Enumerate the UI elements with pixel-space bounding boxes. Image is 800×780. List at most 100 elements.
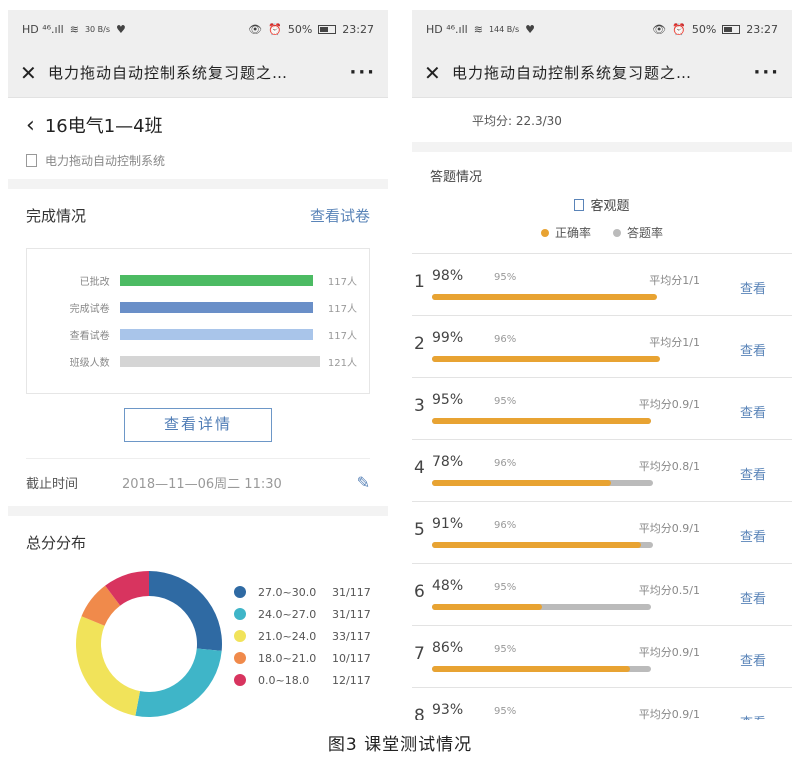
legend-dot-icon bbox=[234, 630, 246, 642]
edit-icon[interactable]: ✎ bbox=[357, 473, 370, 492]
deadline-label: 截止时间 bbox=[26, 477, 79, 492]
view-question-link[interactable]: 查看 bbox=[740, 526, 766, 545]
bar-count: 117人 bbox=[327, 277, 357, 288]
bar-fill bbox=[119, 329, 314, 340]
status-bar: HD ⁴⁶.ıll ≋ 30 B/s ♥ 👁 ⏰ 50% 23:27 bbox=[8, 10, 388, 48]
legend-item: 24.0~27.0 31/117 bbox=[234, 603, 371, 625]
answer-rate: 95% bbox=[494, 706, 517, 717]
close-icon[interactable]: ✕ bbox=[424, 61, 452, 85]
legend-dot-icon bbox=[234, 674, 246, 686]
objective-header: 客观题 bbox=[412, 195, 792, 214]
answer-rate-bar bbox=[432, 418, 651, 424]
completion-bar-row: 班级人数 121人 bbox=[39, 348, 357, 375]
legend-item: 27.0~30.0 31/117 bbox=[234, 581, 371, 603]
bar-count: 117人 bbox=[327, 331, 357, 342]
legend-correct: 正确率 bbox=[540, 224, 591, 241]
average-score: 平均分: 22.3/30 bbox=[472, 114, 562, 128]
battery-icon bbox=[722, 24, 741, 34]
question-row: 7 86% 95% 平均分0.9/1 查看 bbox=[412, 626, 792, 688]
legend-item: 18.0~21.0 10/117 bbox=[234, 647, 371, 669]
bar-fill bbox=[119, 302, 314, 313]
correct-rate-bar bbox=[432, 418, 651, 424]
donut-slice bbox=[76, 616, 141, 716]
right-phone-screen: HD ⁴⁶.ıll ≋ 144 B/s ♥ 👁 ⏰ 50% 23:27 ✕ 电力… bbox=[412, 10, 792, 720]
question-average: 平均分0.9/1 bbox=[638, 646, 700, 659]
objective-title: 客观题 bbox=[590, 199, 630, 214]
question-average: 平均分1/1 bbox=[649, 274, 700, 287]
legend-count: 10/117 bbox=[332, 651, 371, 665]
close-icon[interactable]: ✕ bbox=[20, 61, 48, 85]
section-divider bbox=[8, 179, 388, 189]
completion-bar-row: 查看试卷 117人 bbox=[39, 321, 357, 348]
document-icon bbox=[574, 198, 585, 211]
view-question-link[interactable]: 查看 bbox=[740, 588, 766, 607]
question-number: 1 bbox=[414, 272, 425, 292]
back-icon[interactable]: ‹ bbox=[26, 113, 35, 138]
view-paper-link[interactable]: 查看试卷 bbox=[310, 205, 370, 226]
question-number: 6 bbox=[414, 582, 425, 602]
view-question-link[interactable]: 查看 bbox=[740, 464, 766, 483]
question-average: 平均分0.9/1 bbox=[638, 522, 700, 535]
correct-rate: 99% bbox=[432, 330, 464, 346]
view-question-link[interactable]: 查看 bbox=[740, 278, 766, 297]
signal-icon: HD ⁴⁶.ıll bbox=[426, 22, 468, 36]
question-number: 2 bbox=[414, 334, 425, 354]
legend-range: 21.0~24.0 bbox=[258, 629, 317, 643]
question-row: 2 99% 96% 平均分1/1 查看 bbox=[412, 316, 792, 378]
question-row: 8 93% 95% 平均分0.9/1 查看 bbox=[412, 688, 792, 720]
signal-icon: HD ⁴⁶.ıll bbox=[22, 22, 64, 36]
view-question-link[interactable]: 查看 bbox=[740, 402, 766, 421]
alarm-icon: ⏰ bbox=[672, 22, 686, 36]
wifi-icon: ≋ bbox=[473, 22, 483, 36]
bar-label: 完成试卷 bbox=[69, 304, 110, 315]
answer-rate: 96% bbox=[494, 520, 517, 531]
clock-time: 23:27 bbox=[342, 22, 374, 36]
question-row: 3 95% 95% 平均分0.9/1 查看 bbox=[412, 378, 792, 440]
alarm-icon: ⏰ bbox=[268, 22, 282, 36]
bar-track bbox=[119, 275, 320, 286]
answer-rate: 96% bbox=[494, 458, 517, 469]
battery-percent: 50% bbox=[691, 22, 717, 36]
correct-rate-bar bbox=[432, 604, 543, 610]
donut-chart bbox=[76, 571, 223, 717]
correct-rate-bar bbox=[432, 294, 658, 300]
completion-bar-row: 已批改 117人 bbox=[39, 267, 357, 294]
heart-icon: ♥ bbox=[525, 22, 535, 36]
more-icon[interactable]: ··· bbox=[336, 62, 376, 83]
answer-rate-bar bbox=[432, 542, 653, 548]
left-phone-screen: HD ⁴⁶.ıll ≋ 30 B/s ♥ 👁 ⏰ 50% 23:27 ✕ 电力拖… bbox=[8, 10, 388, 720]
correct-rate: 78% bbox=[432, 454, 464, 470]
net-speed: 144 B/s bbox=[488, 24, 520, 34]
view-question-link[interactable]: 查看 bbox=[740, 712, 766, 720]
question-average: 平均分0.8/1 bbox=[638, 460, 700, 473]
completion-bar-row: 完成试卷 117人 bbox=[39, 294, 357, 321]
answer-rate: 95% bbox=[494, 272, 517, 283]
question-average: 平均分1/1 bbox=[649, 336, 700, 349]
bar-track bbox=[119, 329, 320, 340]
rate-legend: 正确率 答题率 bbox=[412, 224, 792, 241]
view-details-button[interactable]: 查看详情 bbox=[124, 408, 272, 442]
question-number: 3 bbox=[414, 396, 425, 416]
answer-rate-bar bbox=[432, 480, 653, 486]
legend-dot-icon bbox=[234, 608, 246, 620]
answer-rate-bar bbox=[432, 356, 660, 362]
bar-count: 117人 bbox=[327, 304, 357, 315]
question-number: 5 bbox=[414, 520, 425, 540]
question-list: 1 98% 95% 平均分1/1 查看 2 99% 96% 平均分1/1 查看 3 95% 95% 平均分… bbox=[412, 253, 792, 720]
legend-range: 24.0~27.0 bbox=[258, 607, 317, 621]
bar-fill bbox=[119, 275, 314, 286]
more-icon[interactable]: ··· bbox=[740, 62, 780, 83]
figure-caption: 图3 课堂测试情况 bbox=[327, 735, 473, 755]
view-question-link[interactable]: 查看 bbox=[740, 650, 766, 669]
page-title: 电力拖动自动控制系统复习题之… bbox=[452, 64, 693, 82]
question-average: 平均分0.9/1 bbox=[638, 708, 700, 720]
class-header: ‹ 16电气1—4班 电力拖动自动控制系统 bbox=[8, 98, 388, 179]
legend-item: 0.0~18.0 12/117 bbox=[234, 669, 371, 691]
answer-rate-bar bbox=[432, 604, 651, 610]
completion-bar-chart: 已批改 117人 完成试卷 117人 查看试卷 117人 班级人数 121人 bbox=[26, 248, 370, 394]
question-row: 4 78% 96% 平均分0.8/1 查看 bbox=[412, 440, 792, 502]
deadline-value: 2018—11—06周二 11:30 bbox=[122, 477, 282, 492]
clock-time: 23:27 bbox=[746, 22, 778, 36]
net-speed: 30 B/s bbox=[84, 24, 111, 34]
view-question-link[interactable]: 查看 bbox=[740, 340, 766, 359]
